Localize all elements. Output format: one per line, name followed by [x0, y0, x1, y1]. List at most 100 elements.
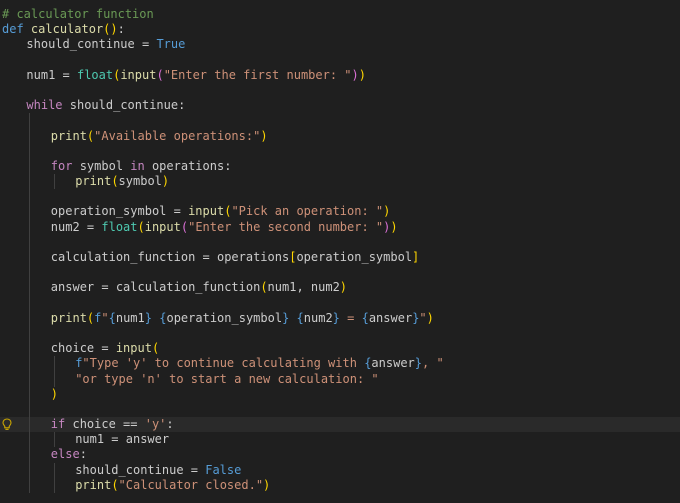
lightbulb-icon[interactable]	[2, 418, 12, 431]
code-line[interactable]	[0, 295, 680, 311]
code-token-function: input	[144, 219, 181, 234]
code-token-bracket1: )	[161, 174, 170, 189]
code-token-keyword: {	[108, 310, 116, 325]
code-token-string: , "	[422, 356, 444, 371]
code-token-bracket1: )	[50, 386, 59, 401]
code-token-bracket1: )	[390, 219, 398, 234]
code-line[interactable]: print("Available operations:")	[0, 128, 680, 144]
indent-guide	[53, 174, 55, 190]
indent-guide	[29, 143, 31, 159]
indent-guide	[29, 250, 31, 266]
code-line[interactable]	[0, 83, 680, 98]
indent-guide	[29, 432, 31, 448]
code-token-function: print	[50, 128, 87, 143]
code-line[interactable]	[0, 234, 680, 250]
code-line[interactable]: # calculator function	[0, 7, 680, 22]
code-line[interactable]: f"Type 'y' to continue calculating with …	[0, 356, 680, 372]
code-token-plain: calculation_function = operations	[50, 250, 290, 264]
code-line[interactable]: answer = calculation_function(num1, num2…	[0, 280, 680, 296]
code-token-plain: operations:	[144, 158, 232, 173]
code-line[interactable]: print(f"{num1} {operation_symbol} {num2}…	[0, 310, 680, 326]
code-token-plain: num2 =	[50, 219, 102, 234]
code-token-plain: :	[117, 22, 125, 37]
indent-guide	[53, 432, 55, 448]
code-token-plain: num1	[115, 310, 145, 325]
code-token-keyword: {	[296, 310, 304, 325]
code-line[interactable]	[0, 325, 680, 342]
code-line[interactable]	[0, 189, 680, 205]
code-token-plain: :	[79, 447, 87, 462]
code-line[interactable]: if choice == 'y':	[0, 417, 680, 433]
indent-guide	[29, 462, 31, 478]
code-editor[interactable]: # calculator function def calculator(): sh…	[0, 0, 680, 503]
code-line[interactable]: print(symbol)	[0, 174, 680, 190]
indent-guide	[29, 265, 31, 281]
code-token-constant: False	[205, 462, 242, 477]
code-line[interactable]: num2 = float(input("Enter the second num…	[0, 219, 680, 235]
code-token-plain: operation_symbol =	[50, 204, 189, 219]
code-token-function: input	[115, 341, 152, 356]
code-token-control: if	[50, 417, 66, 432]
code-token-bracket2: )	[351, 67, 359, 82]
code-token-string: "Pick an operation: "	[231, 204, 384, 219]
code-token-string: 'y'	[144, 417, 167, 432]
code-token-bracket1: )	[358, 67, 366, 82]
code-line[interactable]: should_continue = True	[0, 37, 680, 52]
code-token-constant: True	[156, 37, 186, 52]
code-token-function: print	[75, 174, 112, 189]
code-line[interactable]	[0, 143, 680, 159]
code-token-bracket1: (	[111, 174, 119, 189]
code-token-function: input	[120, 67, 157, 82]
code-token-plain: num1 =	[26, 67, 77, 82]
code-token-plain: answer	[371, 356, 415, 371]
code-line[interactable]	[0, 53, 680, 68]
code-line[interactable]: def calculator():	[0, 22, 680, 37]
indent-guide	[29, 280, 31, 296]
indent-guide	[29, 295, 31, 311]
code-lines[interactable]: # calculator function def calculator(): sh…	[0, 7, 680, 493]
code-token-builtin: float	[76, 67, 114, 82]
code-token-function: input	[188, 204, 225, 219]
indent-guide	[29, 417, 31, 433]
code-token-function: print	[50, 310, 87, 325]
code-token-keyword: def	[2, 22, 24, 37]
code-token-function: calculator	[30, 22, 104, 37]
code-token-function: print	[75, 477, 112, 492]
code-line[interactable]: for symbol in operations:	[0, 158, 680, 175]
code-token-plain: should_continue =	[26, 37, 157, 52]
code-token-keyword: }	[332, 310, 340, 325]
code-token-control: while	[26, 98, 63, 113]
code-line[interactable]: num1 = answer	[0, 432, 680, 448]
indent-guide	[29, 310, 31, 326]
code-token-plain: should_continue =	[75, 462, 206, 477]
code-line[interactable]: num1 = float(input("Enter the first numb…	[0, 68, 680, 83]
code-token-bracket1: ]	[412, 250, 420, 264]
code-line[interactable]	[0, 265, 680, 281]
code-line[interactable]: should_continue = False	[0, 462, 680, 478]
indent-guide	[29, 128, 31, 144]
code-token-plain: num1 = answer	[75, 432, 170, 447]
indent-guide	[29, 401, 31, 418]
code-token-plain: num2	[303, 310, 333, 325]
code-line[interactable]: "or type 'n' to start a new calculation:…	[0, 371, 680, 387]
code-token-bracket1: (	[151, 341, 160, 356]
code-line[interactable]: choice = input(	[0, 341, 680, 357]
code-token-bracket2: (	[156, 67, 164, 82]
code-line[interactable]: while should_continue:	[0, 98, 680, 113]
indent-guide	[29, 356, 31, 372]
code-line[interactable]: operation_symbol = input("Pick an operat…	[0, 204, 680, 220]
code-line[interactable]: calculation_function = operations[operat…	[0, 250, 680, 266]
indent-guide	[29, 386, 31, 402]
indent-guide	[53, 477, 55, 493]
code-line[interactable]	[0, 113, 680, 129]
indent-guide	[53, 371, 55, 387]
indent-guide	[29, 234, 31, 250]
code-line[interactable]: else:	[0, 447, 680, 463]
code-token-string: "Enter the first number: "	[163, 67, 352, 82]
code-line[interactable]: )	[0, 386, 680, 402]
code-token-builtin: float	[101, 219, 138, 234]
code-token-string: =	[339, 310, 362, 325]
code-line[interactable]: print("Calculator closed.")	[0, 477, 680, 493]
code-line[interactable]	[0, 401, 680, 418]
